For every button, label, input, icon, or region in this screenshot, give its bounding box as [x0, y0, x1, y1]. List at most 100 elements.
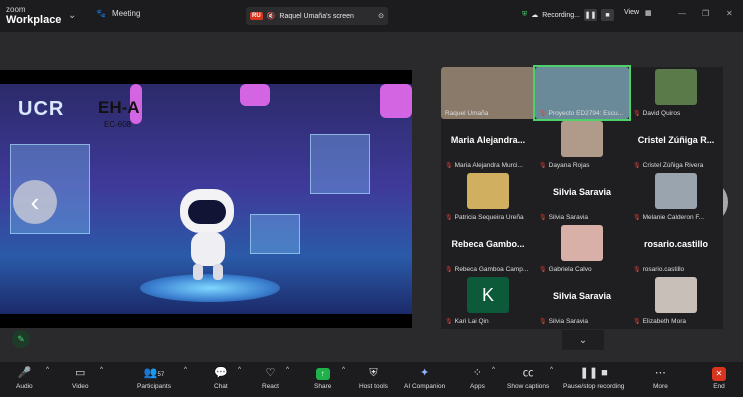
restore-icon[interactable]: ❐ — [702, 9, 709, 18]
share-icon: ↑ — [314, 366, 331, 380]
participant-name: Raquel Umaña — [445, 110, 489, 117]
chat-label: Chat — [214, 383, 228, 390]
chat-caret-icon[interactable]: ^ — [238, 366, 241, 373]
apps-caret-icon[interactable]: ^ — [492, 366, 495, 373]
pause-stop-recording-button[interactable]: ❚❚ ■ Pause/stop recording — [563, 366, 624, 390]
video-caret-icon[interactable]: ^ — [100, 366, 103, 373]
host-tools-button[interactable]: ⛨ Host tools — [359, 366, 388, 390]
robot-body — [191, 232, 225, 266]
participant-name-tag: 🎙 Kari Lai Qin — [445, 318, 489, 325]
participant-video — [467, 173, 509, 209]
participant-tile[interactable]: 🎙 Patricia Sequeira Ureña — [441, 171, 535, 223]
participant-tile[interactable]: Rebeca Gambo... 🎙 Rebeca Gamboa Camp... — [441, 223, 535, 275]
participant-name-tag: 🎙 Proyecto ED2794: Escu... — [539, 110, 623, 117]
cc-icon: ㏄ — [522, 367, 534, 379]
mic-muted-icon: 🎙 — [539, 267, 547, 273]
participant-gallery: Raquel Umaña 🎙 Proyecto ED2794: Escu... 🎙 Da… — [441, 65, 723, 329]
participant-tile[interactable]: Silvia Saravia 🎙 Silvia Saravia — [535, 171, 629, 223]
participant-tile[interactable]: Silvia Saravia 🎙 Silvia Saravia — [535, 275, 629, 327]
more-button[interactable]: ⋯ More — [653, 366, 668, 390]
participant-tile[interactable]: 🎙 Dayana Rojas — [535, 119, 629, 171]
participant-name: Cristel Zúñiga Rivera — [642, 162, 704, 169]
participant-display-name: Rebeca Gambo... — [451, 239, 525, 249]
participant-tile[interactable]: 🎙 Melanie Calderon F... — [629, 171, 723, 223]
participant-name: Silvia Saravia — [548, 318, 589, 325]
video-button[interactable]: ▭ Video — [72, 366, 89, 390]
share-button[interactable]: ↑ Share — [314, 366, 331, 390]
chat-icon: 💬 — [214, 367, 228, 379]
captions-button[interactable]: ㏄ Show captions — [507, 366, 549, 390]
screen-share-indicator[interactable]: RU 🔇 Raquel Umaña's screen ⊙ — [246, 7, 388, 25]
annotate-button[interactable]: ✎ — [12, 330, 30, 348]
meeting-tab-label: Meeting — [111, 9, 141, 18]
stop-recording-button[interactable]: ■ — [601, 9, 614, 21]
mic-muted-icon: 🎤 — [17, 367, 32, 379]
captions-caret-icon[interactable]: ^ — [550, 366, 553, 373]
recording-button-label: Pause/stop recording — [563, 383, 625, 390]
view-control[interactable]: View ▦ — [624, 9, 652, 17]
participants-button[interactable]: 👥57 Participants — [137, 366, 171, 390]
react-label: React — [262, 383, 279, 390]
tab-meeting[interactable]: 🐾 Meeting — [96, 9, 140, 18]
participants-label: Participants — [137, 383, 171, 390]
more-options-icon[interactable]: ⊙ — [378, 12, 384, 20]
end-icon: ✕ — [712, 366, 726, 381]
shield-icon: ⛨ — [369, 367, 378, 379]
participant-tile[interactable]: rosario.castillo 🎙 rosario.castillo — [629, 223, 723, 275]
robot-face — [188, 200, 226, 224]
host-tools-label: Host tools — [359, 383, 388, 390]
share-caret-icon[interactable]: ^ — [342, 366, 345, 373]
participant-tile[interactable]: 🎙 David Quiros — [629, 67, 723, 119]
participant-tile[interactable]: K 🎙 Kari Lai Qin — [441, 275, 535, 327]
participant-name: Elizabeth Mora — [642, 318, 686, 325]
mic-muted-icon: 🎙 — [445, 319, 453, 325]
mic-muted-icon: 🎙 — [539, 163, 547, 169]
shared-screen: UCR EH-A EC-608 — [0, 70, 412, 328]
mic-muted-icon: 🎙 — [633, 163, 641, 169]
ai-companion-button[interactable]: ✦ AI Companion — [404, 366, 445, 390]
participant-tile[interactable]: 🎙 Proyecto ED2794: Escu... — [533, 65, 631, 121]
robot-leg — [213, 264, 223, 280]
minimize-icon[interactable]: — — [678, 9, 686, 18]
avatar: K — [467, 277, 509, 313]
participant-name-tag: 🎙 Silvia Saravia — [539, 318, 588, 325]
mic-muted-icon: 🎙 — [445, 163, 453, 169]
participant-tile[interactable]: Cristel Zúñiga R... 🎙 Cristel Zúñiga River… — [629, 119, 723, 171]
participant-tile[interactable]: Raquel Umaña — [441, 67, 535, 119]
workplace-menu-chevron-icon[interactable]: ⌄ — [68, 10, 76, 21]
apps-label: Apps — [470, 383, 485, 390]
previous-page-button[interactable]: ‹ — [13, 180, 57, 224]
participant-name: Melanie Calderon F... — [642, 214, 705, 221]
audio-button[interactable]: 🎤 Audio — [16, 366, 33, 390]
close-icon[interactable]: ✕ — [726, 9, 733, 18]
participant-tile[interactable]: Maria Alejandra... 🎙 Maria Alejandra Murci… — [441, 119, 535, 171]
participant-name: Dayana Rojas — [548, 162, 590, 169]
pause-recording-button[interactable]: ❚❚ — [584, 9, 597, 21]
sharer-label: Raquel Umaña's screen — [279, 12, 354, 20]
audio-caret-icon[interactable]: ^ — [46, 366, 49, 373]
participant-tile[interactable]: 🎙 Gabriela Calvo — [535, 223, 629, 275]
mic-muted-icon: 🎙 — [633, 319, 641, 325]
recording-status: ⛨ ☁ Recording... ❚❚ ■ — [522, 9, 614, 21]
participant-display-name: Cristel Zúñiga R... — [637, 135, 715, 145]
end-button[interactable]: ✕ End — [712, 366, 726, 390]
chat-button[interactable]: 💬 Chat — [214, 366, 228, 390]
participants-caret-icon[interactable]: ^ — [184, 366, 187, 373]
mic-muted-icon: 🎙 — [445, 267, 453, 273]
mic-muted-icon: 🎙 — [539, 215, 547, 221]
apps-icon: ⁘ — [472, 367, 483, 379]
apps-button[interactable]: ⁘ Apps — [470, 366, 485, 390]
participant-name-tag: 🎙 rosario.castillo — [633, 266, 684, 273]
participant-display-name: rosario.castillo — [643, 239, 709, 249]
participant-tile[interactable]: 🎙 Elizabeth Mora — [629, 275, 723, 327]
participant-name-tag: 🎙 Patricia Sequeira Ureña — [445, 214, 524, 221]
video-label: Video — [72, 383, 89, 390]
robot-leg — [193, 264, 203, 280]
chevron-down-icon: ⌄ — [578, 334, 588, 346]
sparkle-icon: ✦ — [419, 367, 430, 379]
react-caret-icon[interactable]: ^ — [286, 366, 289, 373]
react-button[interactable]: ♡ React — [262, 366, 279, 390]
scroll-down-button[interactable]: ⌄ — [562, 330, 604, 350]
participant-video — [655, 69, 697, 105]
shield-icon: ⛨ — [522, 11, 528, 18]
